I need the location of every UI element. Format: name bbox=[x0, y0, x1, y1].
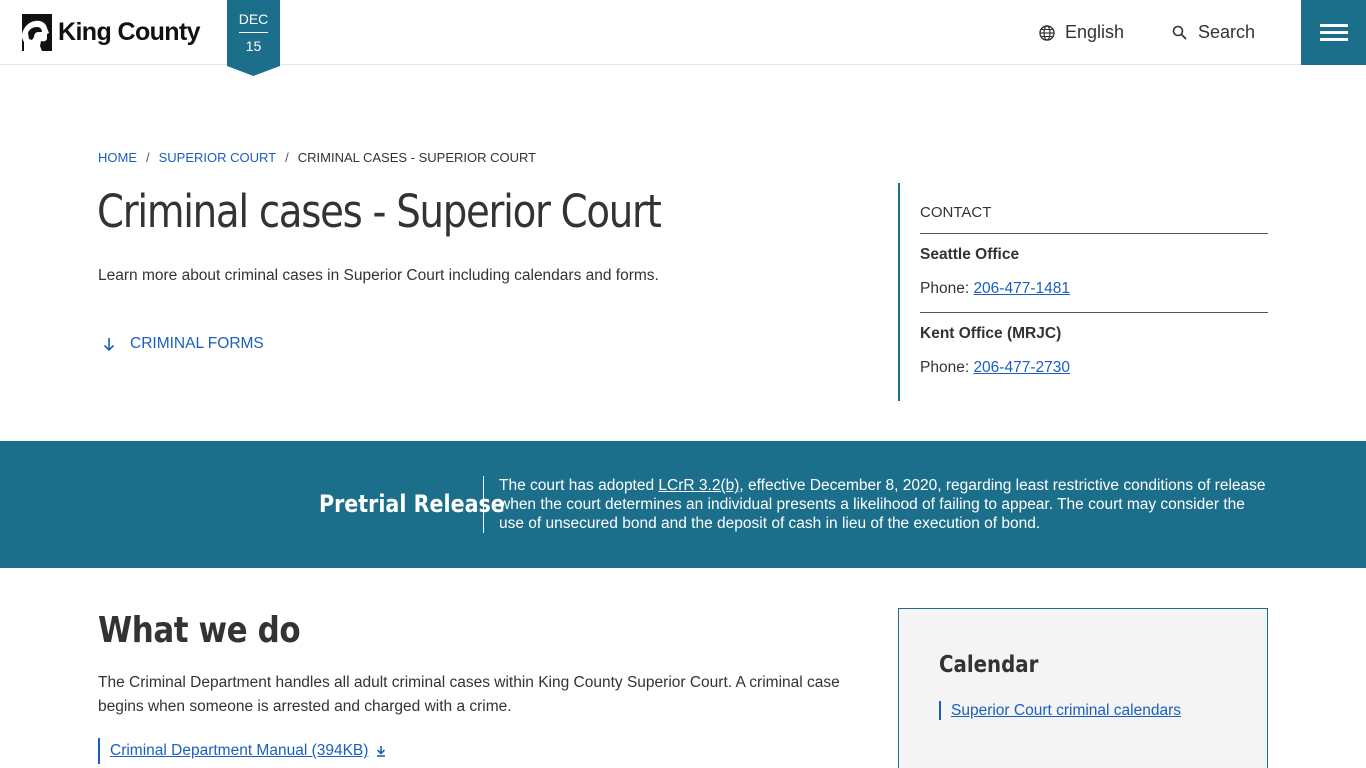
mlk-logo-icon bbox=[16, 13, 52, 51]
hamburger-icon-bar bbox=[1320, 38, 1348, 41]
breadcrumb-current: CRIMINAL CASES - SUPERIOR COURT bbox=[297, 150, 537, 165]
page-title: Criminal cases - Superior Court bbox=[97, 185, 662, 238]
calendar-title: Calendar bbox=[939, 652, 1039, 678]
calendar-panel: Calendar Superior Court criminal calenda… bbox=[898, 608, 1268, 768]
breadcrumb-home[interactable]: HOME bbox=[98, 150, 137, 165]
criminal-calendars-link[interactable]: Superior Court criminal calendars bbox=[939, 701, 1181, 720]
contact-panel: CONTACT Seattle Office Phone: 206-477-14… bbox=[898, 183, 1268, 401]
page-lead: Learn more about criminal cases in Super… bbox=[98, 267, 659, 284]
office-phone: Phone: 206-477-1481 bbox=[920, 280, 1070, 298]
logo-text: King County bbox=[58, 17, 201, 46]
breadcrumb-superior-court[interactable]: SUPERIOR COURT bbox=[159, 150, 277, 165]
banner-text-before: The court has adopted bbox=[499, 477, 659, 494]
download-icon bbox=[377, 746, 386, 757]
language-label: English bbox=[1065, 22, 1125, 42]
breadcrumb-separator: / bbox=[146, 150, 150, 165]
criminal-manual-label: Criminal Department Manual (394KB) bbox=[110, 742, 369, 759]
phone-label: Phone: bbox=[920, 280, 974, 297]
phone-label: Phone: bbox=[920, 359, 974, 376]
criminal-manual-link[interactable]: Criminal Department Manual (394KB) bbox=[98, 738, 388, 764]
king-county-logo[interactable]: King County bbox=[16, 13, 201, 51]
banner-text: The court has adopted LCrR 3.2(b), effec… bbox=[499, 476, 1269, 533]
site-header: King County DEC 15 English Search bbox=[0, 0, 1366, 76]
search-icon bbox=[1172, 25, 1187, 40]
lcrr-rule-link[interactable]: LCrR 3.2(b) bbox=[658, 477, 739, 494]
language-button[interactable]: English bbox=[1038, 22, 1124, 43]
search-button[interactable]: Search bbox=[1171, 22, 1255, 43]
office-phone: Phone: 206-477-2730 bbox=[920, 359, 1070, 377]
hamburger-menu-button[interactable] bbox=[1301, 0, 1366, 65]
seattle-phone-link[interactable]: 206-477-1481 bbox=[973, 280, 1070, 297]
contact-divider bbox=[920, 312, 1268, 313]
hamburger-icon-bar bbox=[1320, 31, 1348, 34]
kent-phone-link[interactable]: 206-477-2730 bbox=[973, 359, 1070, 376]
office-name: Seattle Office bbox=[920, 246, 1020, 263]
what-we-do-title: What we do bbox=[98, 610, 301, 651]
date-day: 15 bbox=[245, 38, 262, 54]
contact-heading: CONTACT bbox=[920, 204, 992, 221]
date-month: DEC bbox=[238, 11, 269, 27]
banner-title: Pretrial Release bbox=[319, 490, 505, 518]
criminal-forms-jump-link[interactable]: CRIMINAL FORMS bbox=[100, 335, 264, 353]
banner-divider bbox=[483, 476, 484, 533]
date-badge: DEC 15 bbox=[227, 0, 280, 76]
globe-icon bbox=[1039, 24, 1055, 41]
what-we-do-body: The Criminal Department handles all adul… bbox=[98, 674, 840, 715]
arrow-down-icon bbox=[103, 338, 115, 352]
search-label: Search bbox=[1198, 22, 1256, 42]
date-divider bbox=[239, 32, 268, 33]
pretrial-release-banner: Pretrial Release The court has adopted L… bbox=[0, 441, 1366, 568]
breadcrumb-separator: / bbox=[285, 150, 289, 165]
criminal-forms-label: CRIMINAL FORMS bbox=[130, 335, 264, 352]
hamburger-icon bbox=[1320, 24, 1348, 27]
breadcrumb: HOME / SUPERIOR COURT / CRIMINAL CASES -… bbox=[98, 150, 536, 165]
contact-divider bbox=[920, 233, 1268, 234]
office-name: Kent Office (MRJC) bbox=[920, 325, 1062, 342]
